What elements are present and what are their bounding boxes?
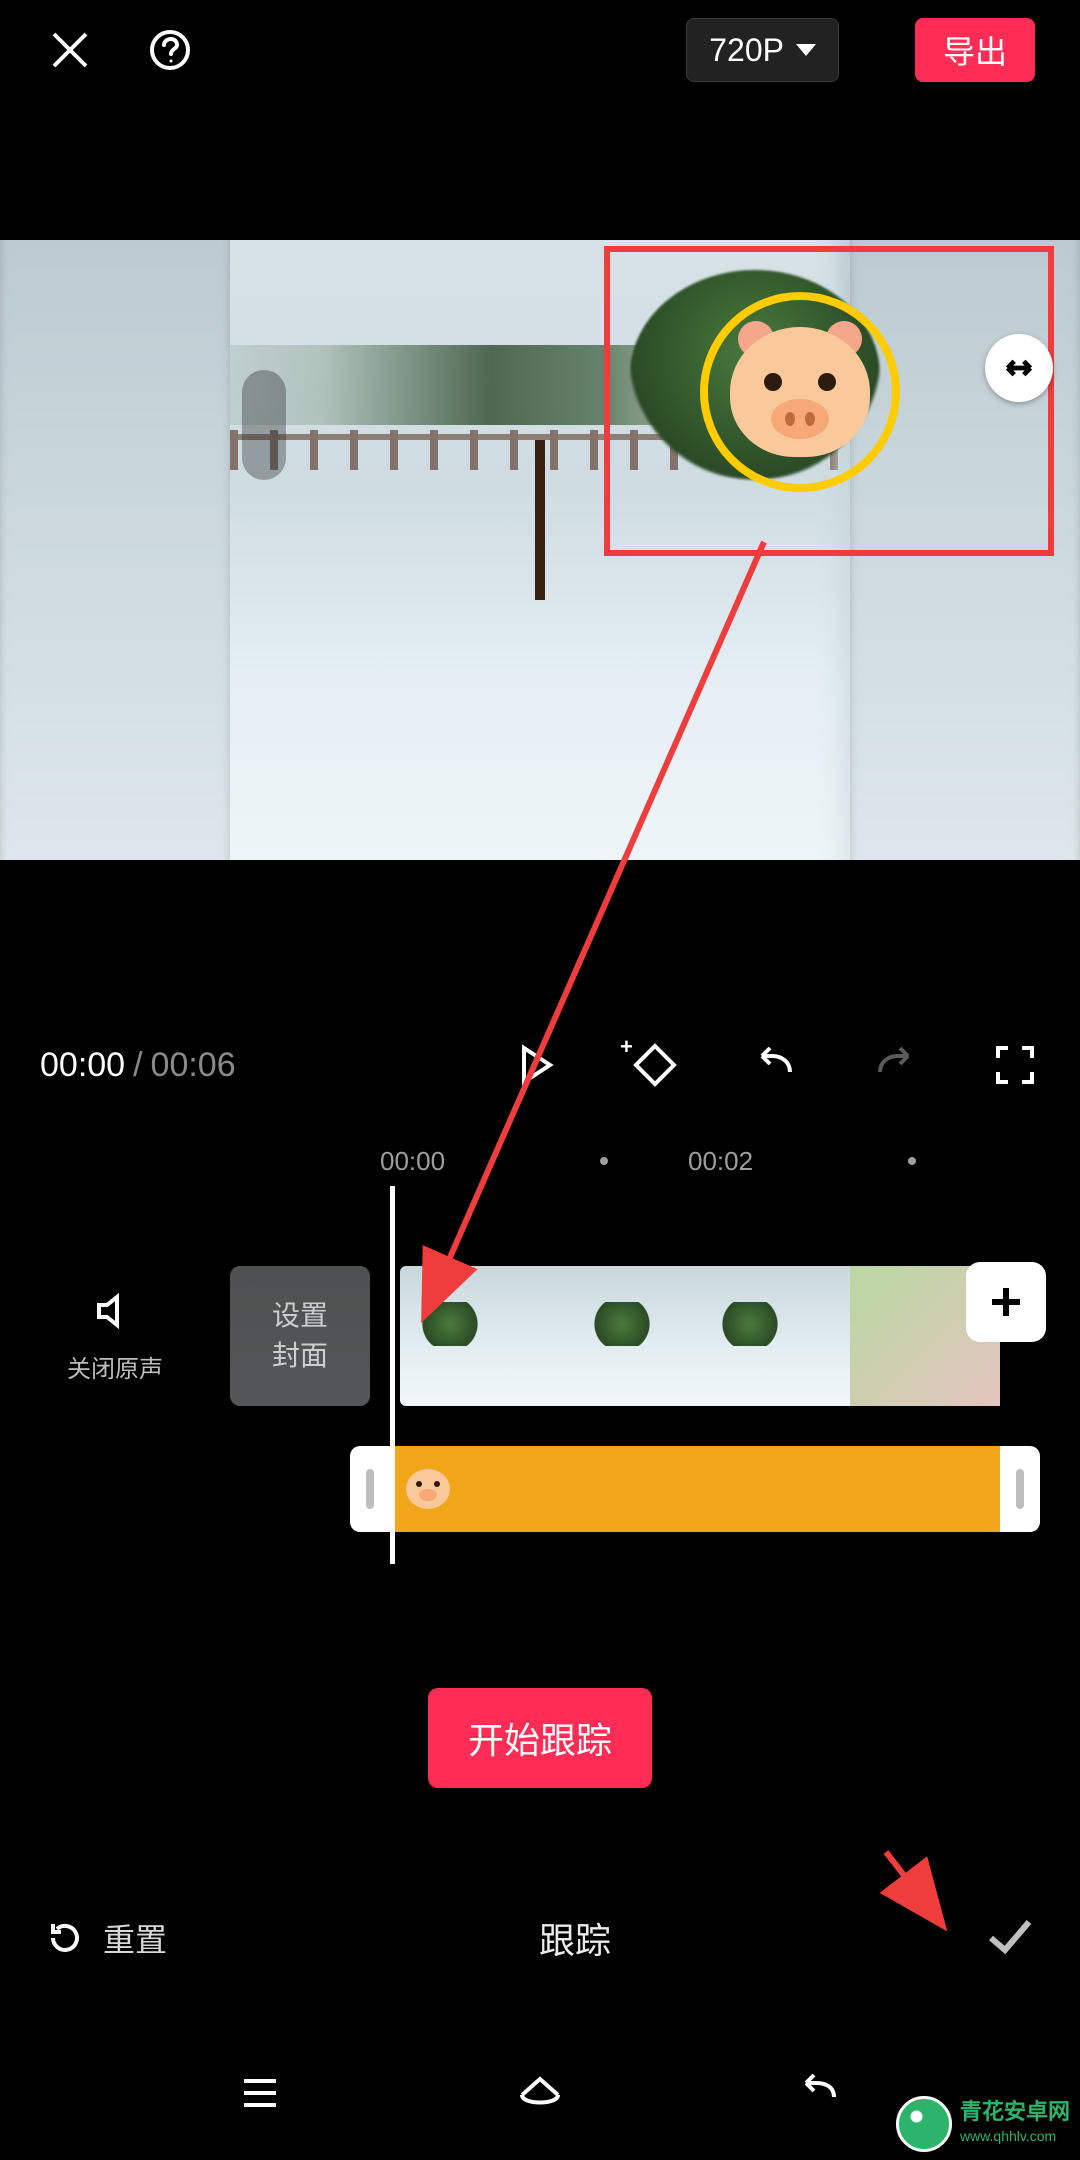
chevron-down-icon [796, 44, 816, 56]
check-icon [983, 1910, 1035, 1962]
ruler-dot [908, 1157, 916, 1165]
help-icon [148, 28, 192, 72]
menu-icon [234, 2067, 286, 2119]
fullscreen-icon [992, 1042, 1038, 1088]
play-button[interactable] [510, 1040, 560, 1090]
nav-home-button[interactable] [514, 2067, 566, 2124]
reset-icon [45, 1918, 85, 1958]
resolution-label: 720P [709, 32, 784, 69]
back-icon [794, 2067, 846, 2119]
plus-icon: + [620, 1034, 633, 1060]
spacer [0, 100, 1080, 240]
start-tracking-button[interactable]: 开始跟踪 [428, 1688, 652, 1788]
confirm-button[interactable] [983, 1910, 1035, 1967]
pig-sticker[interactable] [730, 327, 870, 457]
resolution-selector[interactable]: 720P [686, 18, 839, 82]
timeline-ruler[interactable]: 00:00 00:02 [0, 1136, 1080, 1186]
add-clip-button[interactable] [966, 1262, 1046, 1342]
panel-footer: 重置 跟踪 [0, 1888, 1080, 1988]
fullscreen-button[interactable] [990, 1040, 1040, 1090]
timeline[interactable]: 关闭原声 设置 封面 [0, 1186, 1080, 1616]
resize-horizontal-icon [1000, 349, 1038, 387]
add-keyframe-button[interactable]: + [630, 1040, 680, 1090]
help-button[interactable] [145, 25, 195, 75]
preview-blur-left [0, 240, 242, 860]
reset-button[interactable]: 重置 [45, 1915, 167, 1961]
home-icon [514, 2067, 566, 2119]
watermark-logo-icon [896, 2096, 952, 2152]
time-total: 00:06 [151, 1046, 236, 1084]
playhead[interactable] [390, 1186, 395, 1564]
watermark: 青花安卓网 www.qhhlv.com [896, 2096, 1070, 2152]
undo-button[interactable] [750, 1040, 800, 1090]
mute-original-audio[interactable]: 关闭原声 [0, 1289, 230, 1384]
plus-icon [986, 1282, 1026, 1322]
play-icon [512, 1042, 558, 1088]
start-tracking-label: 开始跟踪 [468, 1720, 612, 1761]
time-display: 00:00/00:06 [40, 1046, 236, 1085]
speaker-icon [93, 1289, 137, 1333]
panel-title: 跟踪 [167, 1912, 983, 1964]
cover-label-line1: 设置 [272, 1296, 328, 1336]
clip-thumb [550, 1266, 700, 1406]
mute-label: 关闭原声 [67, 1349, 163, 1384]
close-button[interactable] [45, 25, 95, 75]
ruler-tick: 00:02 [688, 1146, 908, 1177]
clip-thumb [700, 1266, 850, 1406]
sticker-clip[interactable] [390, 1446, 1000, 1532]
clip-handle-right[interactable] [1000, 1446, 1040, 1532]
sticker-track[interactable] [350, 1446, 1040, 1532]
clip-thumb [400, 1266, 550, 1406]
set-cover-button[interactable]: 设置 封面 [230, 1266, 370, 1406]
keyframe-icon [632, 1042, 678, 1088]
nav-back-button[interactable] [794, 2067, 846, 2124]
reset-label: 重置 [103, 1915, 167, 1961]
ruler-tick: 00:00 [380, 1146, 600, 1177]
playback-controls-row: 00:00/00:06 + [0, 1010, 1080, 1120]
cover-label-line2: 封面 [272, 1336, 328, 1376]
redo-icon [872, 1042, 918, 1088]
annotation-highlight-rect [604, 246, 1054, 556]
export-button[interactable]: 导出 [915, 18, 1035, 82]
watermark-url: www.qhhlv.com [960, 2124, 1070, 2148]
sticker-resize-handle[interactable] [985, 334, 1053, 402]
tracker-target[interactable] [700, 292, 900, 492]
clip-handle-left[interactable] [350, 1446, 390, 1532]
time-current: 00:00 [40, 1046, 125, 1084]
undo-icon [752, 1042, 798, 1088]
ruler-dot [600, 1157, 608, 1165]
redo-button[interactable] [870, 1040, 920, 1090]
nav-recent-button[interactable] [234, 2067, 286, 2124]
video-preview[interactable] [0, 240, 1080, 860]
pig-sticker-icon [406, 1469, 450, 1509]
close-icon [48, 28, 92, 72]
video-track-row: 关闭原声 设置 封面 [0, 1256, 1080, 1416]
watermark-name: 青花安卓网 [960, 2099, 1070, 2124]
export-label: 导出 [943, 27, 1007, 73]
